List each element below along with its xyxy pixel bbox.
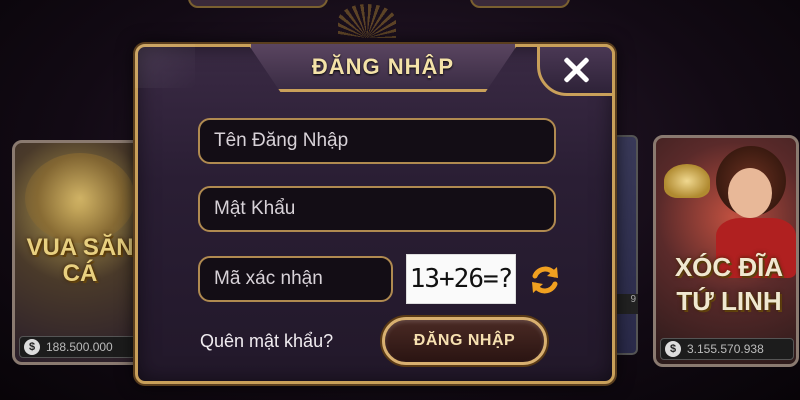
- refresh-icon[interactable]: [528, 263, 562, 297]
- game-art: [25, 153, 135, 243]
- game-title: XÓC ĐĨA TỨ LINH: [674, 252, 784, 316]
- login-dialog: ĐĂNG NHẬP 13+26=? Quên mật khẩu? ĐĂNG NH…: [135, 44, 615, 384]
- captcha-input[interactable]: [214, 268, 391, 290]
- character-face: [728, 168, 772, 218]
- game-title: VUA SĂN CÁ: [26, 234, 134, 287]
- password-field[interactable]: [198, 186, 556, 232]
- username-field[interactable]: [198, 118, 556, 164]
- background-top-tab: [188, 0, 328, 8]
- dollar-icon: $: [665, 341, 681, 357]
- refresh-captcha-button[interactable]: [526, 261, 564, 299]
- jackpot-counter: $ 188.500.000: [19, 336, 139, 358]
- logo-sunburst: [338, 4, 396, 38]
- dialog-corner-decoration: [135, 44, 195, 88]
- dialog-header: ĐĂNG NHẬP: [248, 44, 518, 92]
- username-input[interactable]: [214, 130, 554, 152]
- jackpot-value: 3.155.570.938: [687, 342, 764, 356]
- captcha-image: 13+26=?: [406, 254, 516, 304]
- jackpot-value: 188.500.000: [46, 340, 113, 354]
- dollar-icon: $: [24, 339, 40, 355]
- password-input[interactable]: [214, 198, 554, 220]
- forgot-password-link[interactable]: Quên mật khẩu?: [200, 331, 333, 352]
- game-card-partial[interactable]: [612, 135, 638, 355]
- close-button[interactable]: [537, 44, 615, 96]
- background-top-tab: [470, 0, 570, 8]
- login-button[interactable]: ĐĂNG NHẬP: [382, 317, 547, 365]
- dice-bowl-icon: [664, 164, 710, 198]
- captcha-field[interactable]: [198, 256, 393, 302]
- jackpot-counter: $ 3.155.570.938: [660, 338, 794, 360]
- jackpot-value-partial: 9: [612, 294, 638, 314]
- close-icon[interactable]: [561, 55, 591, 85]
- game-card-xoc-dia-tu-linh[interactable]: XÓC ĐĨA TỨ LINH $ 3.155.570.938: [653, 135, 799, 367]
- dialog-title: ĐĂNG NHẬP: [311, 53, 455, 79]
- game-card-vua-san-ca[interactable]: VUA SĂN CÁ $ 188.500.000: [12, 140, 142, 365]
